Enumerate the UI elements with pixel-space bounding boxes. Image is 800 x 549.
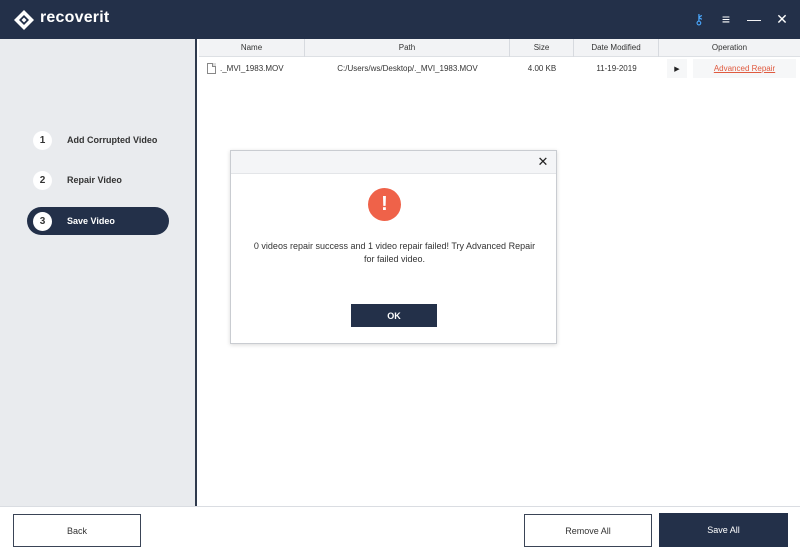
key-icon[interactable]: ⚷ bbox=[690, 10, 708, 28]
file-path: C:/Users/ws/Desktop/._MVI_1983.MOV bbox=[337, 64, 478, 73]
column-header-path[interactable]: Path bbox=[305, 39, 510, 57]
file-table-header: Name Path Size Date Modified Operation bbox=[199, 39, 800, 57]
table-row[interactable]: ._MVI_1983.MOV C:/Users/ws/Desktop/._MVI… bbox=[199, 58, 800, 79]
title-bar: recoverit ⚷ ≡ — ✕ bbox=[0, 0, 800, 39]
column-header-operation: Operation bbox=[711, 43, 748, 52]
back-button[interactable]: Back bbox=[13, 514, 141, 547]
step-add-corrupted-video[interactable]: 1 Add Corrupted Video bbox=[27, 126, 169, 154]
minimize-icon[interactable]: — bbox=[745, 10, 763, 28]
dialog-message: 0 videos repair success and 1 video repa… bbox=[253, 241, 536, 264]
ok-button[interactable]: OK bbox=[351, 304, 437, 327]
step-label: Add Corrupted Video bbox=[67, 135, 158, 145]
step-label: Repair Video bbox=[67, 175, 122, 185]
step-repair-video[interactable]: 2 Repair Video bbox=[27, 166, 169, 194]
bottom-action-bar: Back Remove All Save All bbox=[0, 506, 800, 549]
step-number: 1 bbox=[33, 130, 52, 150]
column-header-date-modified[interactable]: Date Modified bbox=[574, 39, 659, 57]
steps-sidebar: 1 Add Corrupted Video 2 Repair Video 3 S… bbox=[0, 39, 197, 506]
column-header-size[interactable]: Size bbox=[510, 39, 574, 57]
step-number: 3 bbox=[33, 211, 52, 231]
close-icon[interactable]: ✕ bbox=[773, 10, 791, 28]
recoverit-logo-icon bbox=[14, 10, 34, 30]
dialog-close-icon[interactable]: ✕ bbox=[536, 155, 550, 169]
file-name: ._MVI_1983.MOV bbox=[220, 64, 284, 73]
menu-icon[interactable]: ≡ bbox=[717, 10, 735, 28]
save-all-button[interactable]: Save All bbox=[659, 513, 788, 547]
step-number: 2 bbox=[33, 170, 52, 190]
file-icon bbox=[207, 63, 216, 74]
remove-all-button[interactable]: Remove All bbox=[524, 514, 652, 547]
advanced-repair-link[interactable]: Advanced Repair bbox=[693, 59, 796, 78]
column-header-name[interactable]: Name bbox=[199, 39, 305, 57]
file-date-modified: 11-19-2019 bbox=[596, 64, 637, 73]
play-icon[interactable]: ▶ bbox=[667, 59, 687, 78]
repair-result-dialog: ✕ ! 0 videos repair success and 1 video … bbox=[230, 150, 557, 344]
file-size: 4.00 KB bbox=[527, 64, 557, 73]
warning-icon: ! bbox=[368, 188, 401, 221]
step-save-video[interactable]: 3 Save Video bbox=[27, 207, 169, 235]
app-name: recoverit bbox=[40, 9, 110, 26]
step-label: Save Video bbox=[67, 216, 115, 226]
dialog-header: ✕ bbox=[231, 151, 556, 174]
